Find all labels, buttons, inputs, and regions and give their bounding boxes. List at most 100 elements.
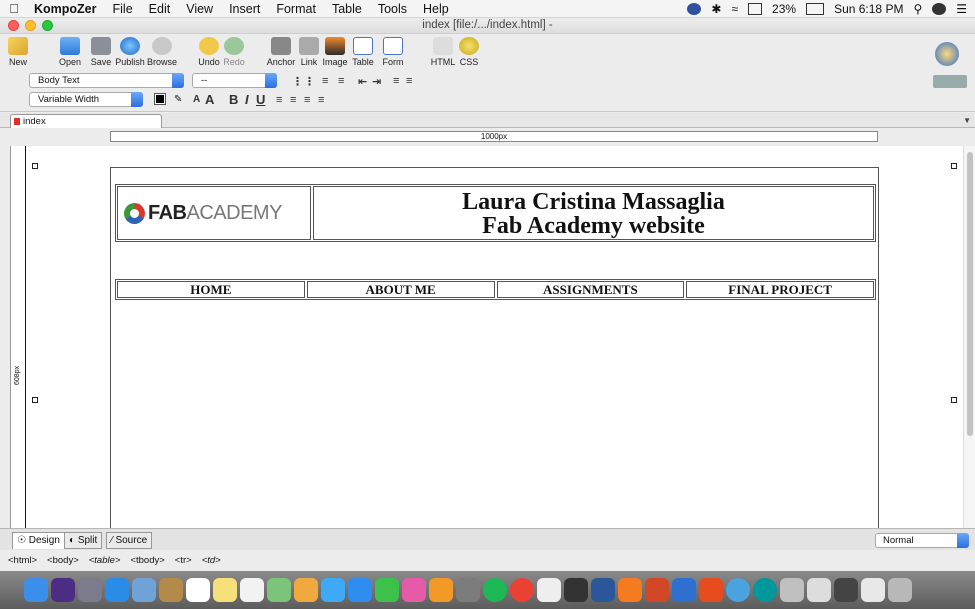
finder-icon[interactable] (24, 578, 48, 602)
bluetooth-icon[interactable]: ✱ (711, 2, 721, 16)
arduino-icon[interactable] (753, 578, 777, 602)
ibooks-icon[interactable] (429, 578, 453, 602)
outdent-icon[interactable]: ⇤ (358, 75, 367, 88)
tab-split[interactable]: ◐ Split (64, 532, 103, 549)
siri-icon[interactable] (932, 3, 947, 15)
notes-icon[interactable] (213, 578, 237, 602)
trash-icon[interactable] (888, 578, 912, 602)
chrome-icon[interactable] (510, 578, 534, 602)
tag-table[interactable]: <table> (89, 555, 121, 566)
menu-app-name[interactable]: KompoZer (28, 0, 105, 18)
redo-button[interactable]: Redo (216, 37, 252, 67)
block-outline-icon[interactable]: ⋮ (292, 75, 303, 88)
align-left-icon[interactable]: ≡ (276, 94, 282, 106)
header-table[interactable]: FAB ACADEMY Laura Cristina Massaglia Fab… (115, 184, 876, 242)
spotify-icon[interactable] (483, 578, 507, 602)
quicktime-icon[interactable] (726, 578, 750, 602)
align-right-icon[interactable]: ≡ (304, 94, 310, 106)
file-stack-icon[interactable] (861, 578, 885, 602)
tag-body[interactable]: <body> (47, 555, 79, 566)
nav-table[interactable]: HOME ABOUT ME ASSIGNMENTS FINAL PROJECT (115, 279, 876, 300)
inkscape-icon[interactable] (564, 578, 588, 602)
menu-help[interactable]: Help (415, 0, 457, 18)
document-stack-icon[interactable] (807, 578, 831, 602)
launchpad-icon[interactable] (78, 578, 102, 602)
resize-handle-top-right[interactable] (951, 163, 957, 169)
text-color-swatch[interactable] (154, 93, 166, 105)
battery-percent[interactable]: 23% (772, 2, 796, 16)
powerpoint-icon[interactable] (645, 578, 669, 602)
preview-icon[interactable] (132, 578, 156, 602)
align-icon[interactable]: ≡ (393, 75, 399, 87)
new-button[interactable]: New (0, 37, 36, 67)
contacts-icon[interactable] (159, 578, 183, 602)
browse-button[interactable]: Browse (144, 37, 180, 67)
kompozer-app-icon[interactable] (672, 578, 696, 602)
scroll-thumb[interactable] (967, 152, 973, 436)
bulleted-list-icon[interactable]: ≡ (338, 75, 344, 87)
messages-icon[interactable] (321, 578, 345, 602)
larger-font-icon[interactable]: A (205, 92, 214, 107)
folder-stack-icon[interactable] (834, 578, 858, 602)
css-button[interactable]: CSS (451, 37, 487, 67)
underline-button[interactable]: U (256, 92, 265, 107)
menu-file[interactable]: File (105, 0, 141, 18)
reminders-icon[interactable] (240, 578, 264, 602)
notification-center-icon[interactable]: ☰ (956, 2, 967, 16)
logo-cell[interactable]: FAB ACADEMY (117, 186, 311, 240)
align-justify-icon[interactable]: ≡ (318, 94, 324, 106)
nav-about-me[interactable]: ABOUT ME (306, 281, 495, 298)
wifi-icon[interactable]: ≈ (731, 2, 738, 16)
indent-icon[interactable]: ⇥ (372, 75, 381, 88)
font-select[interactable]: -- (192, 73, 277, 88)
calendar-icon[interactable] (186, 578, 210, 602)
tag-tr[interactable]: <tr> (175, 555, 192, 566)
photos-icon[interactable] (294, 578, 318, 602)
sync-icon[interactable] (687, 3, 702, 15)
publish-button[interactable]: Publish (112, 37, 148, 67)
bold-button[interactable]: B (229, 92, 238, 107)
title-cell[interactable]: Laura Cristina Massaglia Fab Academy web… (313, 186, 874, 240)
highlight-pen-icon[interactable]: ✎ (174, 94, 182, 105)
clock[interactable]: Sun 6:18 PM (834, 2, 903, 16)
nav-final-project[interactable]: FINAL PROJECT (686, 281, 874, 298)
resize-handle-right[interactable] (951, 397, 957, 403)
tab-source[interactable]: ⁄ Source (106, 532, 153, 549)
menu-format[interactable]: Format (268, 0, 324, 18)
fusion-icon[interactable] (618, 578, 642, 602)
app-store-icon[interactable] (348, 578, 372, 602)
menu-tools[interactable]: Tools (370, 0, 415, 18)
paragraph-style-select[interactable]: Body Text (29, 73, 184, 88)
safari-icon[interactable] (105, 578, 129, 602)
nav-assignments[interactable]: ASSIGNMENTS (496, 281, 685, 298)
tag-td[interactable]: <td> (202, 555, 221, 566)
menu-insert[interactable]: Insert (221, 0, 268, 18)
menu-edit[interactable]: Edit (141, 0, 179, 18)
siri-app-icon[interactable] (51, 578, 75, 602)
align-center-icon[interactable]: ≡ (290, 94, 296, 106)
airplay-icon[interactable] (748, 3, 763, 15)
word-icon[interactable] (591, 578, 615, 602)
vertical-scrollbar[interactable] (963, 146, 975, 528)
resize-handle-left[interactable] (32, 397, 38, 403)
maps-icon[interactable] (267, 578, 291, 602)
tab-list-chevron-icon[interactable]: ▼ (963, 116, 971, 125)
system-preferences-icon[interactable] (456, 578, 480, 602)
layers-icon[interactable] (933, 75, 967, 88)
tag-html[interactable]: <html> (8, 555, 37, 566)
view-mode-select[interactable]: Normal (875, 533, 969, 548)
facetime-icon[interactable] (375, 578, 399, 602)
screenshot-app-icon[interactable] (780, 578, 804, 602)
apple-icon[interactable]:  (0, 1, 28, 16)
nav-home[interactable]: HOME (117, 281, 305, 298)
italic-button[interactable]: I (245, 92, 249, 107)
menu-view[interactable]: View (178, 0, 221, 18)
resize-handle-top-left[interactable] (32, 163, 38, 169)
width-select[interactable]: Variable Width (29, 92, 143, 107)
page-table[interactable]: FAB ACADEMY Laura Cristina Massaglia Fab… (110, 167, 879, 528)
spotlight-icon[interactable]: ⚲ (913, 2, 922, 16)
tag-tbody[interactable]: <tbody> (130, 555, 164, 566)
itunes-icon[interactable] (402, 578, 426, 602)
battery-icon[interactable] (806, 3, 825, 15)
block-outline-2-icon[interactable]: ⋮ (304, 75, 315, 88)
